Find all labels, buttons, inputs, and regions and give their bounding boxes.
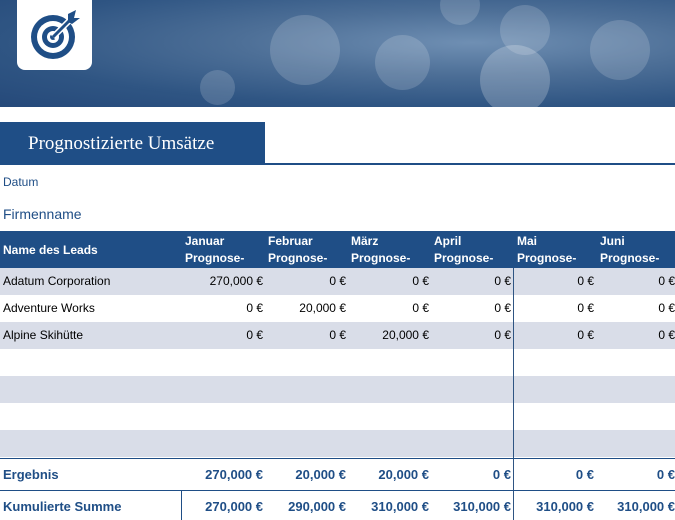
lead-name: Alpine Skihütte — [3, 328, 84, 342]
table-cell: 20,000 € — [299, 301, 346, 315]
header-month-may[interactable]: Mai Prognose- — [517, 233, 576, 267]
title-divider — [265, 163, 675, 165]
table-row[interactable]: Adatum Corporation 270,000 € 0 € 0 € 0 €… — [0, 268, 675, 295]
table-cell: 0 € — [412, 274, 429, 288]
date-field-label[interactable]: Datum — [3, 175, 38, 189]
table-cell: 20,000 € — [382, 328, 429, 342]
total-cell: 20,000 € — [295, 467, 346, 482]
table-cell: 0 € — [494, 274, 511, 288]
totals-label: Ergebnis — [3, 467, 59, 482]
cumulative-cell: 310,000 € — [371, 499, 429, 514]
cumulative-divider — [0, 490, 675, 491]
table-cell: 0 € — [658, 301, 675, 315]
empty-row[interactable] — [0, 349, 675, 376]
table-cell: 0 € — [329, 328, 346, 342]
total-cell: 270,000 € — [205, 467, 263, 482]
empty-row[interactable] — [0, 403, 675, 430]
table-cell: 270,000 € — [209, 274, 263, 288]
cumulative-cell: 270,000 € — [205, 499, 263, 514]
table-cell: 0 € — [658, 274, 675, 288]
total-cell: 0 € — [575, 467, 594, 482]
header-month-jan[interactable]: Januar Prognose- — [185, 233, 244, 267]
forecast-table: Name des Leads Januar Prognose- Februar Pr… — [0, 231, 675, 457]
table-cell: 0 € — [577, 328, 594, 342]
empty-row[interactable] — [0, 376, 675, 403]
table-cell: 0 € — [246, 328, 263, 342]
cumulative-row[interactable]: Kumulierte Summe 270,000 € 290,000 € 310… — [0, 492, 675, 520]
header-banner — [0, 0, 675, 107]
logo — [17, 0, 92, 70]
company-name-field[interactable]: Firmenname — [3, 206, 82, 222]
totals-row[interactable]: Ergebnis 270,000 € 20,000 € 20,000 € 0 €… — [0, 460, 675, 490]
header-month-feb[interactable]: Februar Prognose- — [268, 233, 327, 267]
header-month-mar[interactable]: März Prognose- — [351, 233, 410, 267]
header-month-jun[interactable]: Juni Prognose- — [600, 233, 659, 267]
cumulative-cell: 310,000 € — [536, 499, 594, 514]
table-cell: 0 € — [494, 328, 511, 342]
empty-row[interactable] — [0, 430, 675, 457]
total-cell: 0 € — [492, 467, 511, 482]
header-lead-name[interactable]: Name des Leads — [3, 243, 98, 257]
lead-name: Adatum Corporation — [3, 274, 111, 288]
table-cell: 0 € — [246, 301, 263, 315]
table-row[interactable]: Alpine Skihütte 0 € 0 € 20,000 € 0 € 0 €… — [0, 322, 675, 349]
target-icon — [30, 10, 80, 59]
cumulative-cell: 310,000 € — [617, 499, 675, 514]
totals-divider — [0, 458, 675, 459]
total-cell: 0 € — [656, 467, 675, 482]
cumulative-cell: 310,000 € — [453, 499, 511, 514]
table-cell: 0 € — [494, 301, 511, 315]
table-row[interactable]: Adventure Works 0 € 20,000 € 0 € 0 € 0 €… — [0, 295, 675, 322]
table-header: Name des Leads Januar Prognose- Februar Pr… — [0, 231, 675, 268]
lead-name: Adventure Works — [3, 301, 95, 315]
table-cell: 0 € — [577, 301, 594, 315]
page-title: Prognostizierte Umsätze — [0, 122, 265, 165]
header-month-apr[interactable]: April Prognose- — [434, 233, 493, 267]
cumulative-cell: 290,000 € — [288, 499, 346, 514]
total-cell: 20,000 € — [378, 467, 429, 482]
cumulative-label: Kumulierte Summe — [3, 499, 122, 514]
table-cell: 0 € — [577, 274, 594, 288]
table-cell: 0 € — [412, 301, 429, 315]
table-cell: 0 € — [658, 328, 675, 342]
table-cell: 0 € — [329, 274, 346, 288]
